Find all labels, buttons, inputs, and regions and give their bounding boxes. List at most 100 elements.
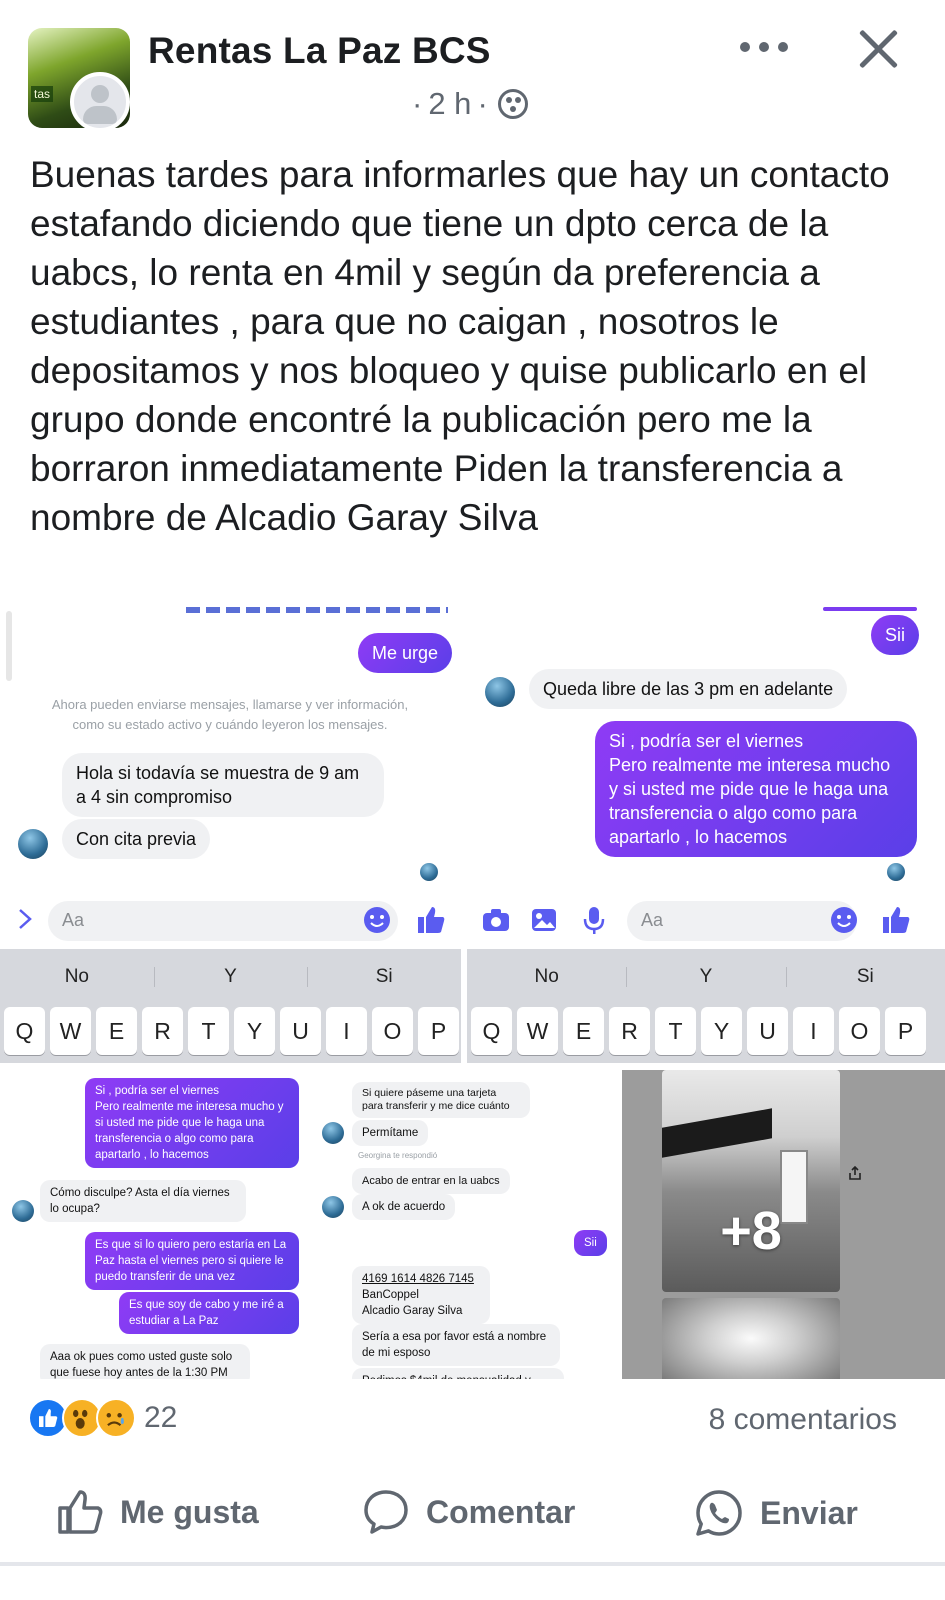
keyboard-row: Q W E R T Y U I O P	[471, 1007, 945, 1055]
photo-grid[interactable]: Me urge Ahora pueden enviarse mensajes, …	[0, 607, 945, 1379]
suggestion-item[interactable]: Y	[153, 957, 308, 997]
key[interactable]: U	[280, 1007, 321, 1055]
photo-tile-more[interactable]: +8	[622, 1070, 945, 1379]
message-input[interactable]: Aa	[627, 901, 857, 941]
like-label: Me gusta	[120, 1493, 259, 1530]
action-bar: Me gusta Comentar Enviar	[0, 1478, 945, 1558]
message-out: Sii	[574, 1230, 607, 1256]
chevron-right-icon[interactable]	[16, 907, 34, 931]
message-in: Queda libre de las 3 pm en adelante	[529, 669, 848, 709]
emoji-icon[interactable]	[829, 905, 859, 935]
message-in: Con cita previa	[62, 819, 211, 859]
screenshot-tile-3[interactable]: Si , podría ser el viernes Pero realment…	[0, 1070, 315, 1379]
thumbs-up-icon[interactable]	[416, 905, 446, 935]
whatsapp-icon	[696, 1490, 742, 1536]
message-out: Es que soy de cabo y me iré a estudiar a…	[119, 1292, 299, 1334]
reactions-summary[interactable]: 22	[28, 1398, 177, 1438]
contact-avatar	[12, 1200, 34, 1222]
camera-icon[interactable]	[481, 905, 511, 935]
close-icon[interactable]	[856, 26, 902, 72]
key[interactable]: Y	[234, 1007, 275, 1055]
meta-separator: ·	[412, 86, 423, 121]
post-meta: · 2 h ·	[412, 86, 528, 122]
send-label: Enviar	[760, 1494, 858, 1531]
account-holder: Alcadio Garay Silva	[362, 1305, 463, 1317]
more-options-icon[interactable]	[740, 36, 794, 58]
screenshot-tile-1[interactable]: Me urge Ahora pueden enviarse mensajes, …	[0, 607, 463, 1063]
suggestion-item[interactable]: No	[0, 957, 154, 997]
key[interactable]: T	[655, 1007, 696, 1055]
message-in: Hola si todavía se muestra de 9 am a 4 s…	[62, 753, 384, 817]
contact-avatar	[322, 1196, 344, 1218]
message-out: Si , podría ser el viernes Pero realment…	[595, 721, 917, 857]
bank-name: BanCoppel	[362, 1289, 419, 1301]
key[interactable]: Q	[4, 1007, 45, 1055]
key[interactable]: Q	[471, 1007, 512, 1055]
contact-avatar	[485, 677, 515, 707]
message-out: Si , podría ser el viernes Pero realment…	[85, 1078, 299, 1168]
contact-avatar	[322, 1122, 344, 1144]
group-avatar-text: tas	[31, 86, 54, 102]
like-button[interactable]: Me gusta	[56, 1488, 259, 1536]
emoji-icon[interactable]	[362, 905, 392, 935]
message-in: Pedimos $4mil de mensualidad y	[352, 1368, 564, 1379]
keyboard-row: Q W E R T Y U I O P	[4, 1007, 461, 1055]
reply-note: Georgina te respondió	[358, 1151, 438, 1160]
mic-icon[interactable]	[579, 905, 609, 935]
suggestion-item[interactable]: No	[467, 957, 626, 997]
user-avatar[interactable]	[70, 72, 130, 132]
suggestion-item[interactable]: Si	[307, 957, 461, 997]
comment-icon	[364, 1490, 408, 1534]
key[interactable]: T	[188, 1007, 229, 1055]
post-body: Buenas tardes para informarles que hay u…	[30, 154, 890, 538]
send-button[interactable]: Enviar	[694, 1488, 858, 1538]
keyboard-suggestions: No Y Si	[0, 957, 461, 997]
screenshot-tile-2[interactable]: Sii Queda libre de las 3 pm en adelante …	[467, 607, 945, 1063]
suggestion-item[interactable]: Y	[626, 957, 785, 997]
key[interactable]: I	[793, 1007, 834, 1055]
message-in: Acabo de entrar en la uabcs	[352, 1168, 510, 1194]
post-time[interactable]: 2 h	[428, 86, 471, 122]
avatar-body-shape	[83, 106, 117, 124]
message-in: Si quiere páseme una tarjeta para transf…	[352, 1082, 530, 1118]
key[interactable]: O	[839, 1007, 880, 1055]
thumbs-up-icon[interactable]	[881, 905, 911, 935]
message-in: Sería a esa por favor está a nombre de m…	[352, 1324, 560, 1366]
account-number[interactable]: 4169 1614 4826 7145	[362, 1271, 480, 1287]
apartment-photo-2	[662, 1298, 840, 1379]
system-note: Ahora pueden enviarse mensajes, llamarse…	[20, 695, 440, 735]
share-icon	[849, 1165, 861, 1180]
comments-count[interactable]: 8 comentarios	[709, 1403, 897, 1437]
comment-button[interactable]: Comentar	[362, 1488, 575, 1536]
key[interactable]: E	[96, 1007, 137, 1055]
suggestion-item[interactable]: Si	[785, 957, 945, 997]
key[interactable]: R	[142, 1007, 183, 1055]
key[interactable]: R	[609, 1007, 650, 1055]
message-input-placeholder: Aa	[641, 910, 664, 930]
key[interactable]: E	[563, 1007, 604, 1055]
sad-reaction-icon	[96, 1398, 136, 1438]
key[interactable]: I	[326, 1007, 367, 1055]
key[interactable]: W	[517, 1007, 558, 1055]
system-note-line-1: Ahora pueden enviarse mensajes, llamarse…	[51, 697, 409, 712]
message-in: Cómo disculpe? Asta el día viernes lo oc…	[40, 1180, 246, 1222]
keyboard: No Y Si Q W E R T Y U I O P	[467, 949, 945, 1063]
avatar-head-shape	[91, 85, 109, 103]
message-in: Permítame	[352, 1120, 429, 1146]
seen-indicator-avatar	[887, 863, 905, 881]
key[interactable]: P	[885, 1007, 926, 1055]
key[interactable]: U	[747, 1007, 788, 1055]
scroll-indicator	[6, 611, 12, 681]
globe-icon	[497, 89, 528, 119]
group-name[interactable]: Rentas La Paz BCS	[148, 30, 491, 72]
message-in: Aaa ok pues como usted guste solo que fu…	[40, 1344, 250, 1379]
key[interactable]: W	[50, 1007, 91, 1055]
screenshot-tile-4[interactable]: Si quiere páseme una tarjeta para transf…	[318, 1070, 620, 1379]
key[interactable]: O	[372, 1007, 413, 1055]
more-photos-count: +8	[720, 1201, 782, 1261]
image-icon[interactable]	[529, 905, 559, 935]
message-out: Me urge	[358, 633, 453, 673]
message-input[interactable]: Aa	[48, 901, 398, 941]
key[interactable]: Y	[701, 1007, 742, 1055]
key[interactable]: P	[418, 1007, 459, 1055]
